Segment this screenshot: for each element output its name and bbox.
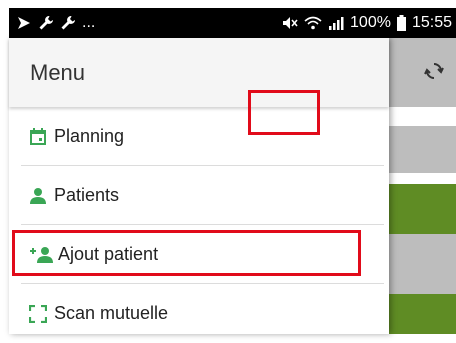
battery-percent: 100% xyxy=(350,14,391,31)
menu-item-planning[interactable]: Planning xyxy=(9,107,384,166)
navigation-drawer: Menu Planning Patients Ajout patient Sca… xyxy=(9,38,389,334)
clock: 15:55 xyxy=(411,14,452,31)
menu-item-label: Ajout patient xyxy=(58,244,159,264)
battery-icon xyxy=(396,15,406,31)
background-card xyxy=(383,126,456,173)
status-bar: ... 100% 15:55 xyxy=(9,8,456,38)
menu-item-scan-insurance[interactable]: Scan mutuelle xyxy=(9,284,384,343)
cast-icon xyxy=(16,16,32,30)
drawer-title: Menu xyxy=(30,60,86,85)
menu-item-add-patient[interactable]: Ajout patient xyxy=(9,225,384,284)
background-gray-row xyxy=(383,234,456,294)
menu-item-label: Patients xyxy=(54,185,120,205)
refresh-icon[interactable] xyxy=(424,61,444,81)
wrench-icon xyxy=(38,15,54,31)
status-right: 100% 15:55 xyxy=(282,14,452,32)
status-left: ... xyxy=(16,14,95,32)
wifi-icon xyxy=(304,16,322,30)
app-toolbar xyxy=(383,38,456,107)
add-person-icon xyxy=(29,244,55,266)
menu-item-patients[interactable]: Patients xyxy=(9,166,384,225)
person-icon xyxy=(29,185,51,207)
signal-icon xyxy=(328,16,344,30)
calendar-icon xyxy=(29,126,51,148)
wrench-icon xyxy=(60,15,76,31)
menu-item-label: Planning xyxy=(54,126,125,146)
background-green-row xyxy=(383,294,456,334)
menu-item-label: Scan mutuelle xyxy=(54,303,169,323)
background-green-row xyxy=(383,184,456,234)
more-notifications-text: ... xyxy=(82,14,96,31)
scan-frame-icon xyxy=(29,303,51,325)
drawer-header: Menu xyxy=(9,38,389,107)
mute-icon xyxy=(282,16,298,30)
